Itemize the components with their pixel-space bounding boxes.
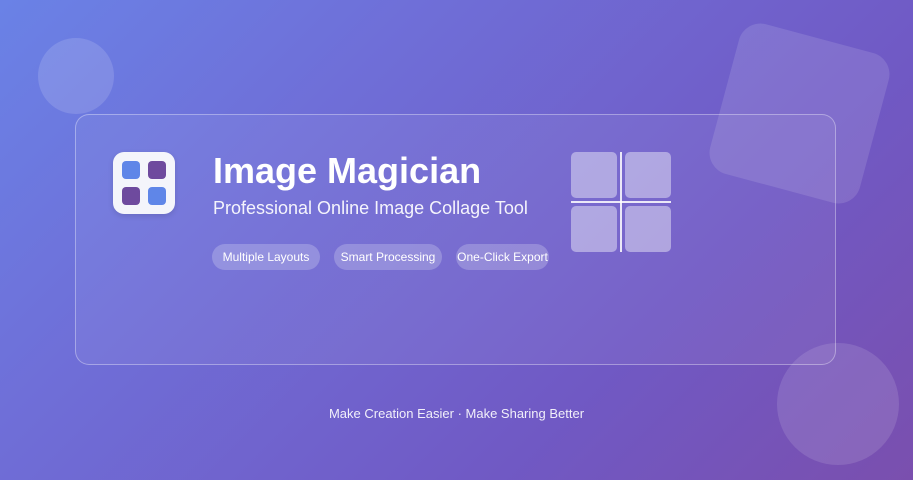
grid-cell xyxy=(148,161,166,179)
grid-app-icon xyxy=(113,152,175,214)
app-subtitle: Professional Online Image Collage Tool xyxy=(213,198,528,218)
grid-cell xyxy=(122,187,140,205)
feature-tag-processing: Smart Processing xyxy=(334,244,442,270)
collage-grid-icon xyxy=(571,152,671,252)
collage-tile xyxy=(625,152,671,198)
collage-divider xyxy=(571,201,671,203)
collage-tile xyxy=(625,206,671,252)
feature-tag-export: One-Click Export xyxy=(456,244,549,270)
footer-tagline: Make Creation Easier · Make Sharing Bett… xyxy=(328,406,585,421)
decorative-circle xyxy=(38,38,114,114)
collage-tile xyxy=(571,206,617,252)
collage-tile xyxy=(571,152,617,198)
feature-tag-layouts: Multiple Layouts xyxy=(212,244,320,270)
grid-cell xyxy=(148,187,166,205)
app-title: Image Magician xyxy=(213,150,482,191)
grid-cell xyxy=(122,161,140,179)
